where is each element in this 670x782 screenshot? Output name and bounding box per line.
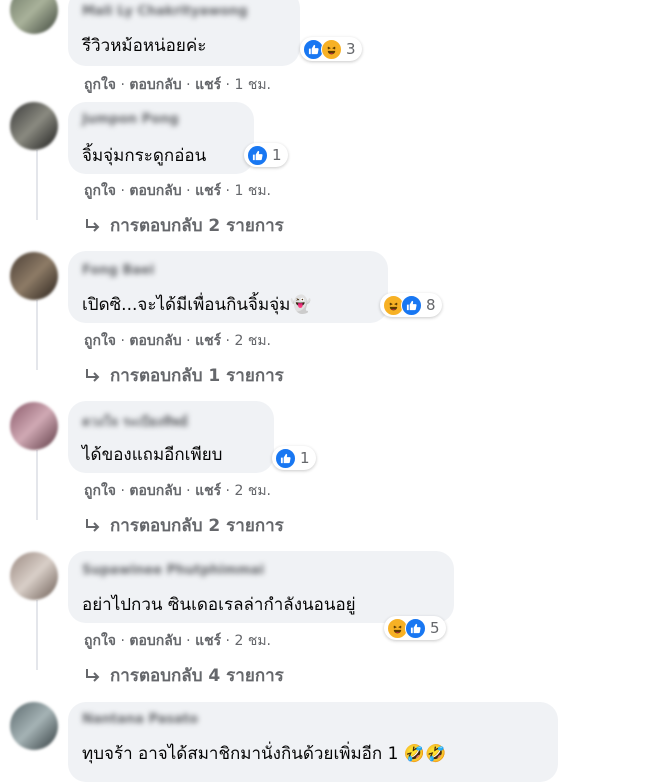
comment-author[interactable]: Supawinee Phutphimmai: [82, 563, 264, 578]
share-link[interactable]: แชร์: [195, 483, 221, 499]
comment-bubble: ดวงใจ ระเบียงทิพย์ ได้ของแถมอีกเพียบ: [68, 401, 274, 473]
thumbs-up-icon: [405, 617, 426, 639]
comment-actions: ถูกใจ · ตอบกลับ · แชร์ · 2 ชม.: [84, 633, 272, 649]
reaction-summary[interactable]: 3: [300, 37, 362, 61]
comment-author[interactable]: ดวงใจ ระเบียงทิพย์: [82, 411, 188, 432]
reaction-count: 1: [272, 146, 282, 164]
comment-author[interactable]: Mali Ly Chakrityawong: [82, 4, 248, 19]
reply-link[interactable]: ตอบกลับ: [129, 183, 181, 199]
reply-link[interactable]: ตอบกลับ: [129, 77, 181, 93]
comment-bubble: Supawinee Phutphimmai อย่าไปกวน ซินเดอเร…: [68, 551, 454, 623]
reply-arrow-icon: [86, 368, 100, 382]
view-replies-link[interactable]: การตอบกลับ 1 รายการ: [84, 362, 284, 389]
thread-line: [36, 300, 38, 370]
comment-author[interactable]: Nantana Pasato: [82, 712, 198, 727]
like-link[interactable]: ถูกใจ: [84, 333, 116, 349]
reaction-summary[interactable]: 1: [272, 446, 316, 470]
comment-actions: ถูกใจ · ตอบกลับ · แชร์ · 1 ชม.: [84, 183, 272, 199]
comment-bubble: Jumpon Pong จิ้มจุ่มกระดูกอ่อน: [68, 102, 254, 174]
comment-bubble: Mali Ly Chakrityawong รีวิวหม้อหน่อยค่ะ: [68, 0, 300, 66]
avatar[interactable]: [10, 702, 58, 750]
reply-link[interactable]: ตอบกลับ: [129, 633, 181, 649]
reply-arrow-icon: [86, 668, 100, 682]
timestamp[interactable]: 1 ชม.: [234, 183, 271, 199]
thread-line: [36, 600, 38, 670]
comment-actions: ถูกใจ · ตอบกลับ · แชร์ · 2 ชม.: [84, 483, 272, 499]
timestamp[interactable]: 2 ชม.: [234, 483, 271, 499]
comment-actions: ถูกใจ · ตอบกลับ · แชร์ · 2 ชม.: [84, 333, 272, 349]
avatar[interactable]: [10, 402, 58, 450]
thread-line: [36, 150, 38, 220]
share-link[interactable]: แชร์: [195, 183, 221, 199]
comment-author[interactable]: Jumpon Pong: [82, 112, 179, 127]
like-link[interactable]: ถูกใจ: [84, 633, 116, 649]
comment-text: ได้ของแถมอีกเพียบ: [82, 445, 223, 465]
replies-count-label[interactable]: การตอบกลับ 1 รายการ: [110, 362, 284, 389]
comment-bubble: Nantana Pasato ทุบจร้า อาจได้สมาชิกมานั่…: [68, 702, 558, 782]
reply-link[interactable]: ตอบกลับ: [129, 333, 181, 349]
reaction-count: 3: [346, 40, 356, 58]
comment-text: รีวิวหม้อหน่อยค่ะ: [82, 36, 207, 56]
like-link[interactable]: ถูกใจ: [84, 183, 116, 199]
comment-text: ทุบจร้า อาจได้สมาชิกมานั่งกินด้วยเพิ่มอี…: [82, 744, 447, 764]
timestamp[interactable]: 2 ชม.: [234, 333, 271, 349]
thumbs-up-icon: [401, 294, 422, 316]
reply-arrow-icon: [86, 518, 100, 532]
timestamp[interactable]: 1 ชม.: [234, 77, 271, 93]
avatar[interactable]: [10, 552, 58, 600]
comment-text: อย่าไปกวน ซินเดอเรลล่ากำลังนอนอยู่: [82, 595, 356, 615]
share-link[interactable]: แชร์: [195, 77, 221, 93]
reaction-count: 1: [300, 449, 310, 467]
like-link[interactable]: ถูกใจ: [84, 483, 116, 499]
replies-count-label[interactable]: การตอบกลับ 2 รายการ: [110, 212, 284, 239]
replies-count-label[interactable]: การตอบกลับ 2 รายการ: [110, 512, 284, 539]
avatar[interactable]: [10, 0, 58, 34]
comment-text: เปิดซิ...จะได้มีเพื่อนกินจิ้มจุ่ม👻: [82, 295, 312, 315]
replies-count-label[interactable]: การตอบกลับ 4 รายการ: [110, 662, 284, 689]
comment-bubble: Fong Baei เปิดซิ...จะได้มีเพื่อนกินจิ้มจ…: [68, 251, 388, 323]
reaction-count: 5: [430, 619, 440, 637]
timestamp[interactable]: 2 ชม.: [234, 633, 271, 649]
view-replies-link[interactable]: การตอบกลับ 2 รายการ: [84, 512, 284, 539]
thumbs-up-icon: [247, 144, 268, 166]
thread-line: [36, 450, 38, 520]
share-link[interactable]: แชร์: [195, 333, 221, 349]
view-replies-link[interactable]: การตอบกลับ 4 รายการ: [84, 662, 284, 689]
view-replies-link[interactable]: การตอบกลับ 2 รายการ: [84, 212, 284, 239]
avatar[interactable]: [10, 102, 58, 150]
comment-text: จิ้มจุ่มกระดูกอ่อน: [82, 146, 207, 166]
reaction-summary[interactable]: 5: [384, 616, 446, 640]
reaction-summary[interactable]: 8: [380, 293, 442, 317]
like-link[interactable]: ถูกใจ: [84, 77, 116, 93]
reaction-summary[interactable]: 1: [244, 143, 288, 167]
comment-actions: ถูกใจ · ตอบกลับ · แชร์ · 1 ชม.: [84, 77, 272, 93]
reply-link[interactable]: ตอบกลับ: [129, 483, 181, 499]
share-link[interactable]: แชร์: [195, 633, 221, 649]
reply-arrow-icon: [86, 218, 100, 232]
reaction-count: 8: [426, 296, 436, 314]
thumbs-up-icon: [275, 447, 296, 469]
avatar[interactable]: [10, 252, 58, 300]
laughing-face-icon: [321, 38, 342, 60]
comment-author[interactable]: Fong Baei: [82, 263, 154, 278]
